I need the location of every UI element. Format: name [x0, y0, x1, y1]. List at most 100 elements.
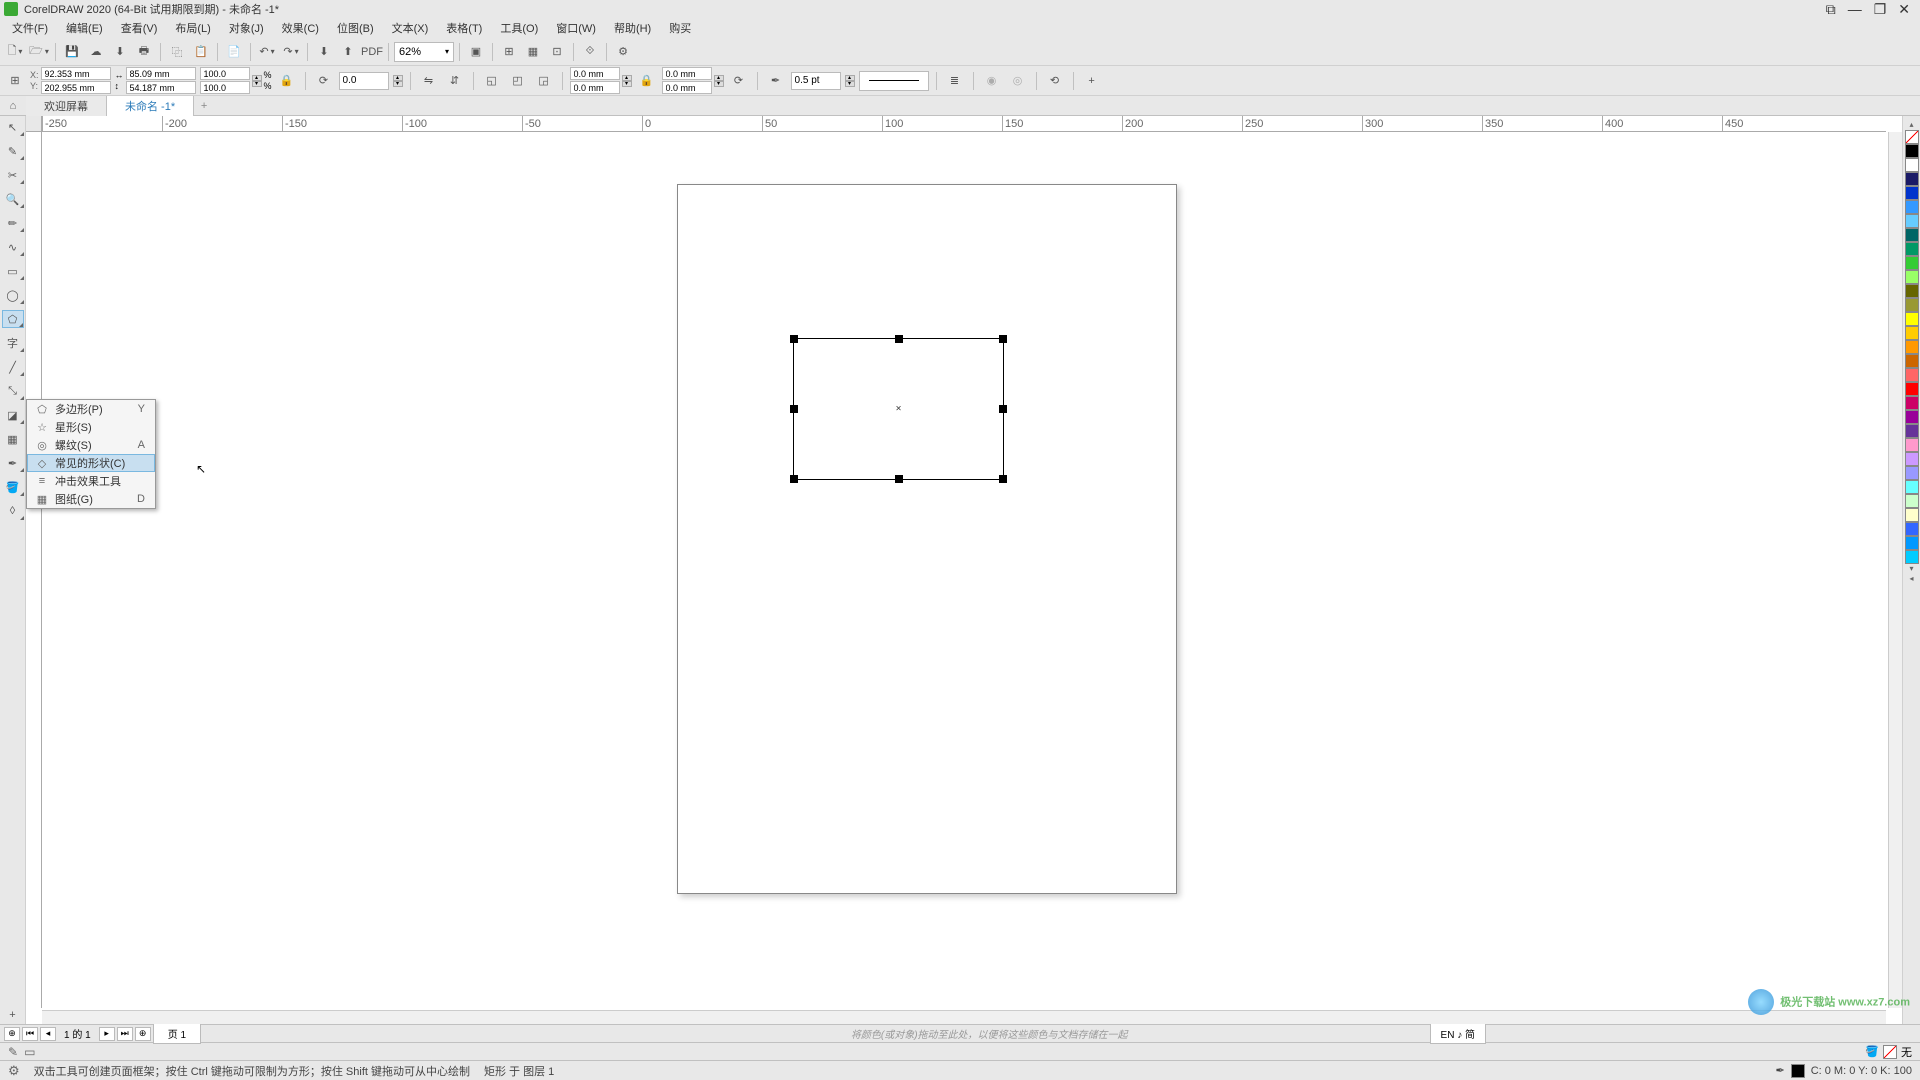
ruler-corner[interactable] [26, 116, 42, 132]
menu-table[interactable]: 表格(T) [438, 18, 490, 38]
rotation-input[interactable] [339, 72, 389, 90]
color-swatch[interactable] [1905, 452, 1919, 466]
color-swatch[interactable] [1905, 438, 1919, 452]
color-swatch[interactable] [1905, 242, 1919, 256]
menu-file[interactable]: 文件(F) [4, 18, 56, 38]
corner-spinner-l[interactable]: ▴▾ [622, 75, 632, 87]
drawing-page[interactable]: × [677, 184, 1177, 894]
first-page-button[interactable]: ⏮ [22, 1027, 38, 1041]
menu-layout[interactable]: 布局(L) [167, 18, 218, 38]
handle-tl[interactable] [790, 335, 798, 343]
x-position-input[interactable] [41, 67, 111, 80]
save-button[interactable]: 💾 [61, 41, 83, 63]
color-swatch[interactable] [1905, 536, 1919, 550]
palette-up[interactable]: ▴ [1905, 120, 1919, 130]
width-input[interactable] [126, 67, 196, 80]
freehand-tool[interactable]: ✏ [2, 214, 24, 232]
import-button[interactable]: ⬇ [313, 41, 335, 63]
color-swatch[interactable] [1905, 410, 1919, 424]
corner1-input[interactable] [570, 67, 620, 80]
menu-view[interactable]: 查看(V) [113, 18, 166, 38]
launch-options-icon[interactable]: ⧉ [1826, 1, 1836, 18]
outline-style-select[interactable] [859, 71, 929, 91]
pdf-button[interactable]: PDF [361, 41, 383, 63]
fullscreen-button[interactable]: ▣ [465, 41, 487, 63]
menu-text[interactable]: 文本(X) [384, 18, 437, 38]
gear-icon[interactable]: ⚙ [8, 1063, 20, 1079]
color-swatch[interactable] [1905, 354, 1919, 368]
flyout-common-shapes[interactable]: ◇ 常见的形状(C) [27, 454, 155, 472]
height-input[interactable] [126, 81, 196, 94]
no-fill-swatch[interactable] [1905, 130, 1919, 144]
handle-mr[interactable] [999, 405, 1007, 413]
connector-tool[interactable]: ⤡ [2, 382, 24, 400]
print-button[interactable]: 🖶 [133, 41, 155, 63]
add-page-button[interactable]: ⊕ [4, 1027, 20, 1041]
polygon-tool[interactable]: ⬠ [2, 310, 24, 328]
corner2-input[interactable] [570, 81, 620, 94]
color-swatch[interactable] [1905, 522, 1919, 536]
flyout-spiral[interactable]: ◎ 螺纹(S) A [27, 436, 155, 454]
grid-button[interactable]: ▦ [522, 41, 544, 63]
color-swatch[interactable] [1905, 312, 1919, 326]
outline-width-input[interactable] [791, 72, 841, 90]
color-swatch[interactable] [1905, 270, 1919, 284]
outline-color-indicator[interactable]: ✒ C: 0 M: 0 Y: 0 K: 100 [1775, 1064, 1912, 1078]
maximize-icon[interactable]: ❐ [1874, 1, 1887, 18]
text-tool[interactable]: 字 [2, 334, 24, 352]
corner-spinner-r[interactable]: ▴▾ [714, 75, 724, 87]
to-front-button[interactable]: ◉ [981, 70, 1003, 92]
color-swatch[interactable] [1905, 340, 1919, 354]
clipboard-button[interactable]: 📄 [223, 41, 245, 63]
color-swatch[interactable] [1905, 466, 1919, 480]
canvas-viewport[interactable]: × [42, 132, 1886, 1008]
close-icon[interactable]: ✕ [1898, 1, 1910, 18]
new-button[interactable]: 🗋 [4, 41, 26, 63]
rectangle-tool[interactable]: ▭ [2, 262, 24, 280]
drop-shadow-tool[interactable]: ◪ [2, 406, 24, 424]
eyedropper-tool[interactable]: ✒ [2, 454, 24, 472]
redo-button[interactable]: ↷ [280, 41, 302, 63]
pick-tool[interactable]: ↖ [2, 118, 24, 136]
color-swatch[interactable] [1905, 144, 1919, 158]
rotation-spinner[interactable]: ▴▾ [393, 75, 403, 87]
handle-bc[interactable] [895, 475, 903, 483]
wrap-text-button[interactable]: ≣ [944, 70, 966, 92]
color-swatch[interactable] [1905, 228, 1919, 242]
color-swatch[interactable] [1905, 494, 1919, 508]
selected-rectangle[interactable]: × [793, 338, 1004, 480]
home-button[interactable]: ⌂ [0, 96, 26, 116]
color-swatch[interactable] [1905, 186, 1919, 200]
horizontal-scrollbar[interactable] [42, 1010, 1886, 1024]
outline-spinner[interactable]: ▴▾ [845, 75, 855, 87]
parallel-dim-tool[interactable]: ╱ [2, 358, 24, 376]
fill-indicator[interactable]: 🪣 无 [1865, 1044, 1912, 1060]
paste-button[interactable]: 📋 [190, 41, 212, 63]
scale-x-input[interactable] [200, 67, 250, 80]
color-swatch[interactable] [1905, 284, 1919, 298]
color-swatch[interactable] [1905, 200, 1919, 214]
corner3-input[interactable] [662, 67, 712, 80]
menu-effects[interactable]: 效果(C) [274, 18, 327, 38]
mirror-h-button[interactable]: ⇋ [418, 70, 440, 92]
color-swatch[interactable] [1905, 368, 1919, 382]
color-swatch[interactable] [1905, 214, 1919, 228]
tab-document[interactable]: 未命名 -1* [107, 96, 194, 116]
color-swatch[interactable] [1905, 382, 1919, 396]
color-swatch[interactable] [1905, 480, 1919, 494]
handle-ml[interactable] [790, 405, 798, 413]
minimize-icon[interactable]: — [1848, 1, 1862, 18]
fill-tool[interactable]: 🪣 [2, 478, 24, 496]
flyout-impact[interactable]: ≡ 冲击效果工具 [27, 472, 155, 490]
ime-indicator[interactable]: EN ♪ 简 [1430, 1023, 1486, 1044]
zoom-level[interactable]: 62% [394, 42, 454, 62]
zoom-tool[interactable]: 🔍 [2, 190, 24, 208]
menu-help[interactable]: 帮助(H) [606, 18, 659, 38]
handle-tr[interactable] [999, 335, 1007, 343]
smart-fill-tool[interactable]: ◊ [2, 502, 24, 520]
next-page-button[interactable]: ▸ [99, 1027, 115, 1041]
handle-bl[interactable] [790, 475, 798, 483]
page-tab-1[interactable]: 页 1 [153, 1023, 201, 1044]
color-swatch[interactable] [1905, 326, 1919, 340]
color-swatch[interactable] [1905, 424, 1919, 438]
